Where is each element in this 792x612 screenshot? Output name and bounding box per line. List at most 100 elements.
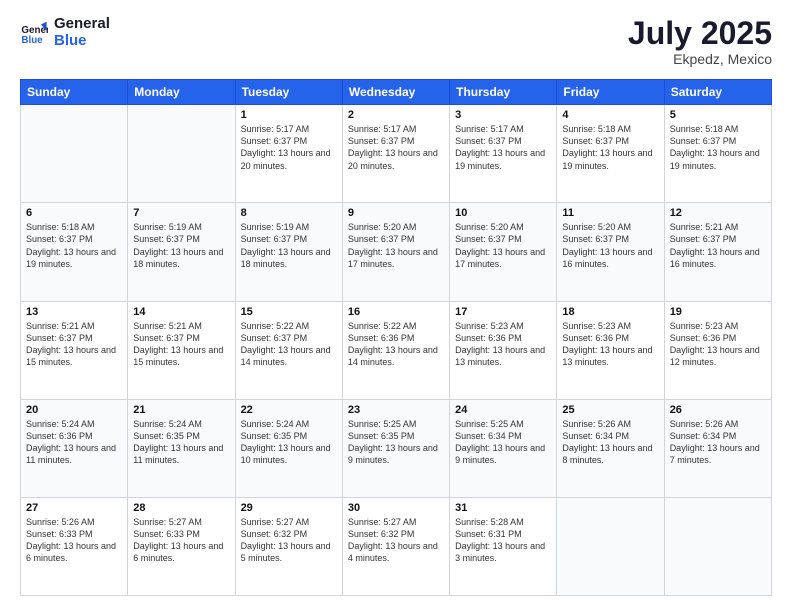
day-info: Sunrise: 5:18 AM Sunset: 6:37 PM Dayligh… [562,123,658,172]
day-cell [664,497,771,595]
day-number: 31 [455,502,551,514]
svg-text:Blue: Blue [21,34,43,45]
day-info: Sunrise: 5:24 AM Sunset: 6:36 PM Dayligh… [26,418,122,467]
day-cell: 3Sunrise: 5:17 AM Sunset: 6:37 PM Daylig… [450,105,557,203]
day-cell: 25 Sunrise: 5:26 AM Sunset: 6:34 PM Dayli… [557,399,664,497]
col-header-thursday: Thursday [450,80,557,105]
day-number: 8 [241,207,337,219]
day-info: Sunrise: 5:27 AM Sunset: 6:33 PM Dayligh… [133,516,229,565]
logo-general: General [54,16,110,33]
week-row-1: 1 Sunrise: 5:17 AM Sunset: 6:37 PM Daylig… [21,105,772,203]
day-info: Sunrise: 5:18 AM Sunset: 6:37 PM Dayligh… [26,221,122,270]
day-number: 17 [455,306,551,318]
day-number: 19 [670,306,766,318]
day-cell: 5 Sunrise: 5:18 AM Sunset: 6:37 PM Daylig… [664,105,771,203]
day-number: 24 [455,404,551,416]
col-header-saturday: Saturday [664,80,771,105]
day-number: 16 [348,306,444,318]
day-info: Sunrise: 5:23 AM Sunset: 6:36 PM Dayligh… [562,320,658,369]
day-cell [128,105,235,203]
day-cell: 13 Sunrise: 5:21 AM Sunset: 6:37 PM Dayli… [21,301,128,399]
day-cell: 2 Sunrise: 5:17 AM Sunset: 6:37 PM Daylig… [342,105,449,203]
day-info: Sunrise: 5:21 AM Sunset: 6:37 PM Dayligh… [26,320,122,369]
day-number: 13 [26,306,122,318]
day-cell: 22 Sunrise: 5:24 AM Sunset: 6:35 PM Dayli… [235,399,342,497]
location: Ekpedz, Mexico [628,51,772,67]
logo-icon: General Blue [20,19,48,47]
day-cell [557,497,664,595]
week-row-4: 20 Sunrise: 5:24 AM Sunset: 6:36 PM Dayli… [21,399,772,497]
day-info: Sunrise: 5:26 AM Sunset: 6:34 PM Dayligh… [562,418,658,467]
day-info: Sunrise: 5:20 AM Sunset: 6:37 PM Dayligh… [562,221,658,270]
title-block: July 2025 Ekpedz, Mexico [628,16,772,67]
day-number: 14 [133,306,229,318]
day-number: 9 [348,207,444,219]
day-cell: 11Sunrise: 5:20 AM Sunset: 6:37 PM Dayli… [557,203,664,301]
day-number: 6 [26,207,122,219]
col-header-sunday: Sunday [21,80,128,105]
day-info: Sunrise: 5:24 AM Sunset: 6:35 PM Dayligh… [133,418,229,467]
logo-blue: Blue [54,33,110,50]
day-info: Sunrise: 5:22 AM Sunset: 6:37 PM Dayligh… [241,320,337,369]
day-cell: 20 Sunrise: 5:24 AM Sunset: 6:36 PM Dayli… [21,399,128,497]
day-info: Sunrise: 5:19 AM Sunset: 6:37 PM Dayligh… [133,221,229,270]
day-cell: 18Sunrise: 5:23 AM Sunset: 6:36 PM Dayli… [557,301,664,399]
day-number: 5 [670,109,766,121]
day-cell: 27 Sunrise: 5:26 AM Sunset: 6:33 PM Dayli… [21,497,128,595]
day-info: Sunrise: 5:23 AM Sunset: 6:36 PM Dayligh… [670,320,766,369]
day-number: 23 [348,404,444,416]
day-number: 12 [670,207,766,219]
day-cell: 1 Sunrise: 5:17 AM Sunset: 6:37 PM Daylig… [235,105,342,203]
page: General Blue General Blue July 2025 Ekpe… [0,0,792,612]
week-row-5: 27 Sunrise: 5:26 AM Sunset: 6:33 PM Dayli… [21,497,772,595]
day-number: 29 [241,502,337,514]
day-cell: 26Sunrise: 5:26 AM Sunset: 6:34 PM Dayli… [664,399,771,497]
calendar-table: SundayMondayTuesdayWednesdayThursdayFrid… [20,79,772,596]
day-number: 10 [455,207,551,219]
day-cell: 9Sunrise: 5:20 AM Sunset: 6:37 PM Daylig… [342,203,449,301]
day-cell: 17Sunrise: 5:23 AM Sunset: 6:36 PM Dayli… [450,301,557,399]
day-cell: 24 Sunrise: 5:25 AM Sunset: 6:34 PM Dayli… [450,399,557,497]
day-number: 21 [133,404,229,416]
day-info: Sunrise: 5:25 AM Sunset: 6:35 PM Dayligh… [348,418,444,467]
day-cell: 15 Sunrise: 5:22 AM Sunset: 6:37 PM Dayli… [235,301,342,399]
day-cell: 23 Sunrise: 5:25 AM Sunset: 6:35 PM Dayli… [342,399,449,497]
day-info: Sunrise: 5:28 AM Sunset: 6:31 PM Dayligh… [455,516,551,565]
day-number: 25 [562,404,658,416]
day-info: Sunrise: 5:19 AM Sunset: 6:37 PM Dayligh… [241,221,337,270]
day-cell: 4 Sunrise: 5:18 AM Sunset: 6:37 PM Daylig… [557,105,664,203]
header-row: SundayMondayTuesdayWednesdayThursdayFrid… [21,80,772,105]
day-info: Sunrise: 5:22 AM Sunset: 6:36 PM Dayligh… [348,320,444,369]
day-number: 20 [26,404,122,416]
day-cell: 28 Sunrise: 5:27 AM Sunset: 6:33 PM Dayli… [128,497,235,595]
day-number: 27 [26,502,122,514]
week-row-2: 6 Sunrise: 5:18 AM Sunset: 6:37 PM Daylig… [21,203,772,301]
day-cell: 30Sunrise: 5:27 AM Sunset: 6:32 PM Dayli… [342,497,449,595]
day-number: 1 [241,109,337,121]
month-year: July 2025 [628,16,772,51]
day-number: 4 [562,109,658,121]
logo: General Blue General Blue [20,16,110,49]
day-info: Sunrise: 5:17 AM Sunset: 6:37 PM Dayligh… [348,123,444,172]
col-header-friday: Friday [557,80,664,105]
day-cell: 10 Sunrise: 5:20 AM Sunset: 6:37 PM Dayli… [450,203,557,301]
day-info: Sunrise: 5:27 AM Sunset: 6:32 PM Dayligh… [348,516,444,565]
day-number: 2 [348,109,444,121]
day-info: Sunrise: 5:24 AM Sunset: 6:35 PM Dayligh… [241,418,337,467]
day-info: Sunrise: 5:18 AM Sunset: 6:37 PM Dayligh… [670,123,766,172]
week-row-3: 13 Sunrise: 5:21 AM Sunset: 6:37 PM Dayli… [21,301,772,399]
day-info: Sunrise: 5:26 AM Sunset: 6:34 PM Dayligh… [670,418,766,467]
day-cell: 7 Sunrise: 5:19 AM Sunset: 6:37 PM Daylig… [128,203,235,301]
day-info: Sunrise: 5:27 AM Sunset: 6:32 PM Dayligh… [241,516,337,565]
col-header-tuesday: Tuesday [235,80,342,105]
day-info: Sunrise: 5:26 AM Sunset: 6:33 PM Dayligh… [26,516,122,565]
day-number: 7 [133,207,229,219]
day-number: 15 [241,306,337,318]
day-number: 28 [133,502,229,514]
day-number: 22 [241,404,337,416]
day-info: Sunrise: 5:20 AM Sunset: 6:37 PM Dayligh… [455,221,551,270]
day-cell: 16 Sunrise: 5:22 AM Sunset: 6:36 PM Dayli… [342,301,449,399]
day-cell: 21 Sunrise: 5:24 AM Sunset: 6:35 PM Dayli… [128,399,235,497]
day-info: Sunrise: 5:17 AM Sunset: 6:37 PM Dayligh… [241,123,337,172]
day-info: Sunrise: 5:25 AM Sunset: 6:34 PM Dayligh… [455,418,551,467]
